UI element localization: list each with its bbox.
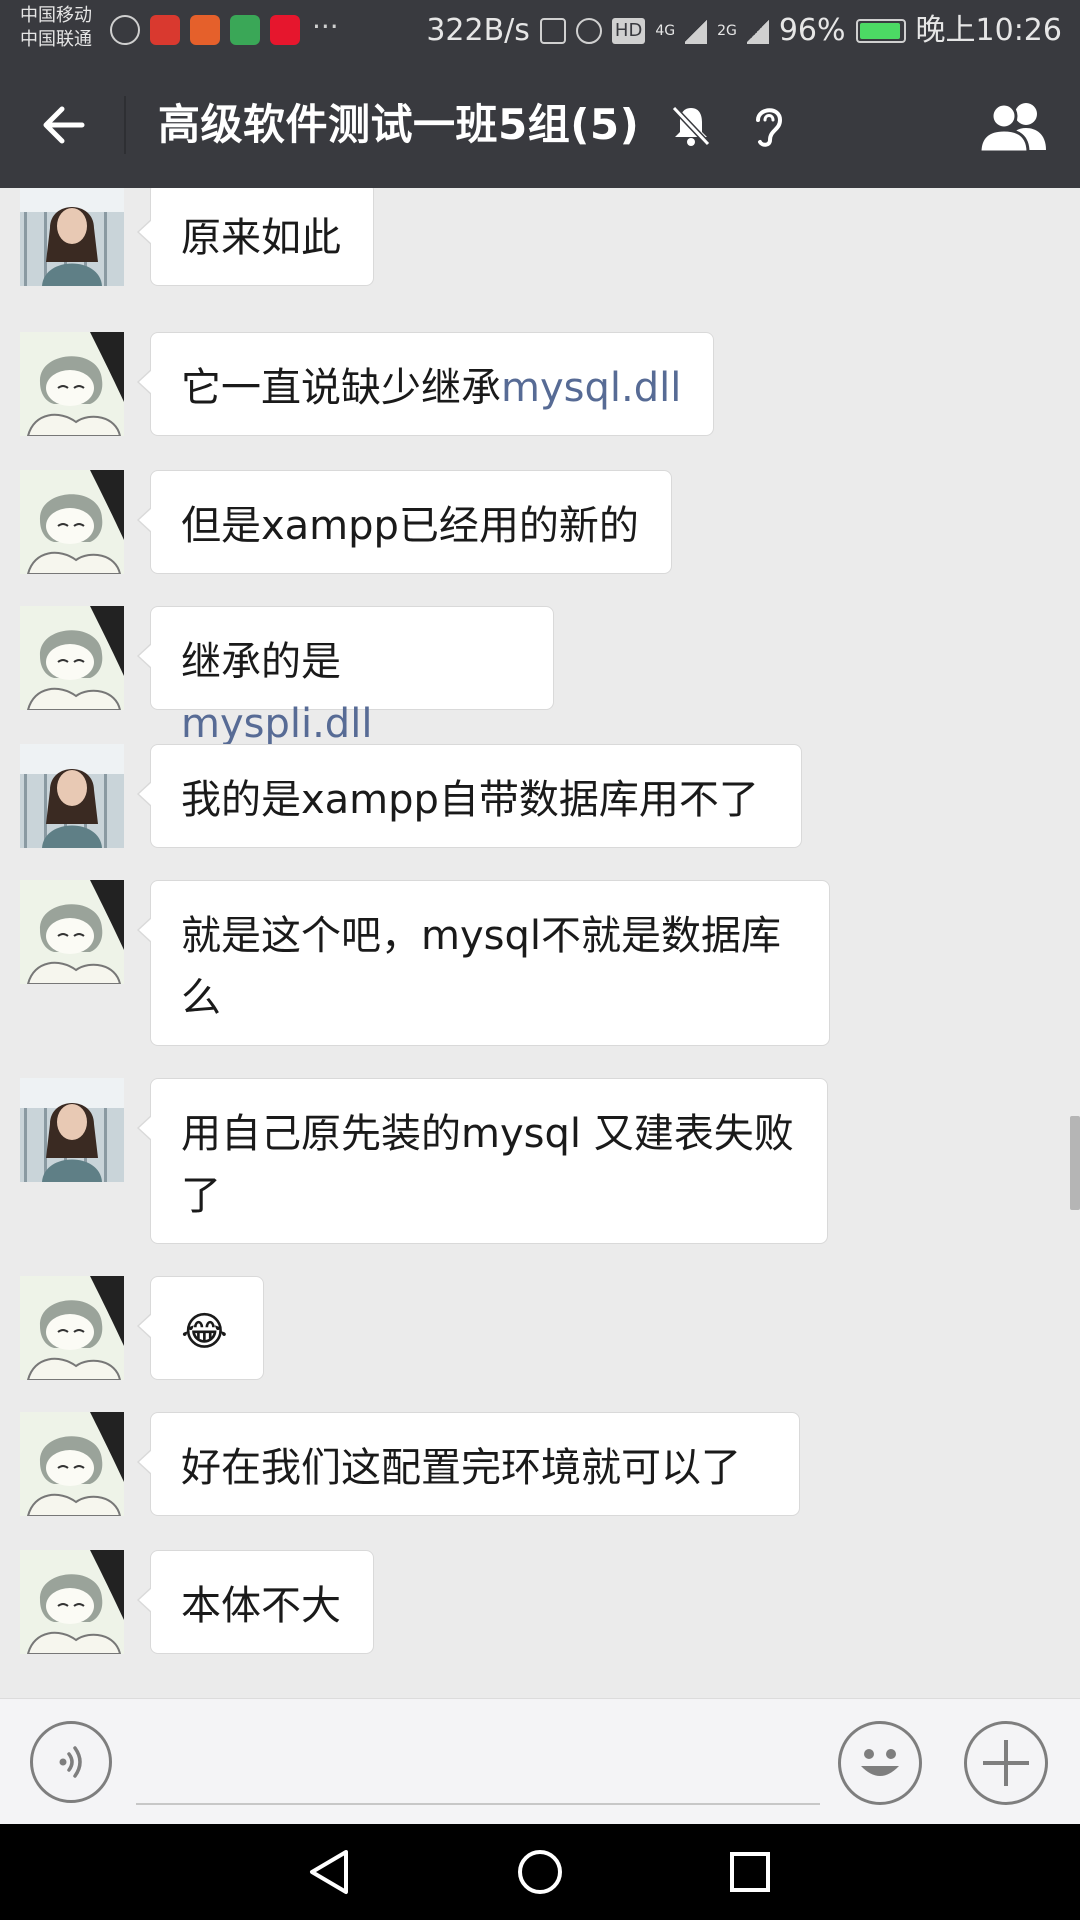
battery-icon [855,19,906,43]
vibrate-icon [539,18,566,44]
message-bubble[interactable]: 我的是xampp自带数据库用不了 [137,744,802,848]
message-bubble[interactable]: 但是xampp已经用的新的 [137,470,672,574]
message-text: 😂 [181,1309,228,1355]
more-notifications-icon: ··· [312,10,339,43]
message-bubble[interactable]: 原来如此 [137,188,374,286]
message-text: 我的是xampp自带数据库用不了 [181,777,759,823]
anime-avatar-icon [20,880,124,984]
status-right: 322B/s HD 4G 2G 96% 晚上10:26 [426,10,1062,52]
smiley-icon [861,1749,899,1776]
chat-header: 高级软件测试一班5组(5) [0,62,1080,188]
play-store-icon [230,15,260,45]
message-bubble[interactable]: 用自己原先装的mysql 又建表失败了 [137,1078,828,1244]
message-text: 它一直说缺少继承 [181,365,501,411]
avatar[interactable] [20,880,124,984]
emoji-button[interactable] [838,1721,922,1805]
network-4g-label: 4G [655,23,676,39]
input-bar [0,1698,1080,1825]
status-bar: 中国移动 中国联通 ··· 322B/s HD 4G 2G 96% 晚上10:2… [0,0,1080,62]
hd-icon: HD [611,18,646,44]
avatar[interactable] [20,1550,124,1654]
alarm-icon [575,18,602,44]
message-bubble[interactable]: 它一直说缺少继承mysql.dll [137,332,714,436]
message-link[interactable]: myspli.dll [181,701,372,747]
mute-bell-icon [671,105,711,147]
scrollbar[interactable] [1070,1116,1080,1210]
message-bubble[interactable]: 好在我们这配置完环境就可以了 [137,1412,800,1516]
message-list[interactable]: 原来如此 它一直说缺少继承mysql.dll 但是xampp已经用的新的 继承的… [0,188,1080,1698]
more-options-button[interactable] [964,1721,1048,1805]
network-speed: 322B/s [426,13,530,48]
message-link[interactable]: mysql.dll [501,365,681,411]
message-bubble[interactable]: 继承的是 myspli.dll [137,606,554,747]
anime-avatar-icon [20,470,124,574]
voice-icon [59,1746,82,1778]
message-bubble[interactable]: 😂 [137,1276,264,1380]
group-members-icon[interactable] [978,100,1050,152]
battery-percent: 96% [778,13,846,48]
battery-fill [859,23,900,39]
message-text: 但是xampp已经用的新的 [181,503,639,549]
message-text: 本体不大 [181,1583,341,1629]
user-photo-avatar-icon [20,188,124,286]
message-input[interactable] [136,1735,820,1805]
clock: 晚上10:26 [915,13,1062,48]
anime-avatar-icon [20,606,124,710]
message-bubble[interactable]: 本体不大 [137,1550,374,1654]
video-app-icon [190,15,220,45]
avatar[interactable] [20,188,124,286]
carrier-1: 中国移动 [20,5,92,26]
avatar[interactable] [20,744,124,848]
nav-home-icon[interactable] [512,1844,568,1900]
signal-icon-2 [746,18,769,44]
anime-avatar-icon [20,1276,124,1380]
nav-recents-icon[interactable] [722,1844,778,1900]
message-text: 用自己原先装的mysql 又建表失败了 [181,1111,794,1219]
voice-input-button[interactable] [30,1721,112,1803]
anime-avatar-icon [20,1412,124,1516]
message-text: 继承的是 [181,639,341,685]
user-photo-avatar-icon [20,1078,124,1182]
navigation-bar [0,1824,1080,1920]
avatar[interactable] [20,1078,124,1182]
plus-icon [983,1740,1029,1786]
message-text: 好在我们这配置完环境就可以了 [181,1445,741,1491]
user-photo-avatar-icon [20,744,124,848]
network-2g-label: 2G [717,23,737,39]
anime-avatar-icon [20,1550,124,1654]
nav-back-icon[interactable] [302,1844,358,1900]
app-notification-icon [150,15,180,45]
avatar[interactable] [20,606,124,710]
header-divider [124,96,126,154]
signal-icon-1 [685,18,708,44]
anime-avatar-icon [20,332,124,436]
message-text: 原来如此 [181,215,341,261]
message-text: 就是这个吧，mysql不就是数据库么 [181,913,781,1021]
carrier-info: 中国移动 中国联通 [20,4,92,52]
avatar[interactable] [20,470,124,574]
back-arrow-icon[interactable] [40,102,86,148]
message-bubble[interactable]: 就是这个吧，mysql不就是数据库么 [137,880,830,1046]
avatar[interactable] [20,1276,124,1380]
check-icon [110,15,140,45]
avatar[interactable] [20,1412,124,1516]
carrier-2: 中国联通 [20,29,92,50]
avatar[interactable] [20,332,124,436]
chat-title: 高级软件测试一班5组(5) [158,100,640,149]
earpiece-mode-icon [756,108,783,147]
weibo-icon [270,15,300,45]
